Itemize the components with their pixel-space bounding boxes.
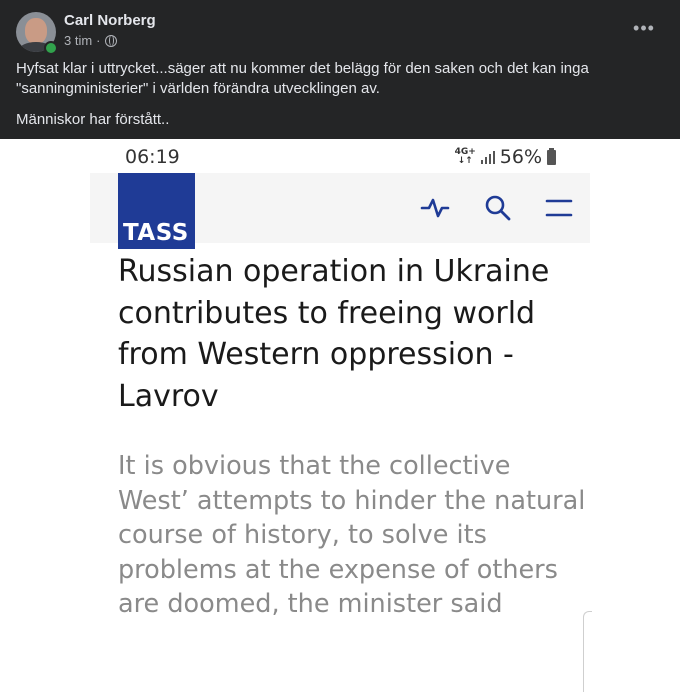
- tass-logo-text: TASS: [123, 220, 189, 246]
- globe-icon: [104, 34, 117, 47]
- battery-percent: 56%: [499, 146, 542, 168]
- post-text-paragraph: Människor har förstått..: [16, 111, 170, 128]
- floating-panel-edge: [583, 611, 592, 692]
- post-meta: 3 tim ·: [64, 33, 117, 48]
- author-name[interactable]: Carl Norberg: [64, 12, 156, 29]
- activity-icon[interactable]: [419, 192, 451, 224]
- more-options-button[interactable]: •••: [628, 16, 660, 44]
- meta-separator: ·: [96, 33, 101, 48]
- phone-status-bar: 06:19 4G+ ↓↑ 56%: [90, 139, 590, 173]
- data-arrows-icon: ↓↑: [457, 156, 473, 166]
- attached-screenshot[interactable]: 06:19 4G+ ↓↑ 56% TASS Russian operation …: [0, 139, 680, 692]
- signal-icon: [480, 150, 495, 164]
- tass-logo[interactable]: TASS: [118, 173, 195, 249]
- post-text-paragraph: Hyfsat klar i uttrycket...säger att nu k…: [16, 60, 589, 97]
- avatar-face: [25, 18, 47, 44]
- menu-icon[interactable]: [543, 192, 575, 224]
- battery-icon: [547, 147, 556, 165]
- search-icon[interactable]: [482, 192, 514, 224]
- post-text: Hyfsat klar i uttrycket...säger att nu k…: [16, 59, 656, 141]
- network-type: 4G+ ↓↑: [455, 148, 476, 166]
- online-status-dot: [44, 41, 58, 55]
- status-indicators: 4G+ ↓↑ 56%: [455, 146, 556, 168]
- status-time: 06:19: [125, 146, 180, 168]
- post-time[interactable]: 3 tim: [64, 33, 92, 48]
- facebook-post-header: Carl Norberg 3 tim · ••• Hyfsat klar i u…: [0, 0, 680, 139]
- article-lead: It is obvious that the collective West’ …: [118, 451, 586, 620]
- article-headline[interactable]: Russian operation in Ukraine contributes…: [118, 251, 588, 417]
